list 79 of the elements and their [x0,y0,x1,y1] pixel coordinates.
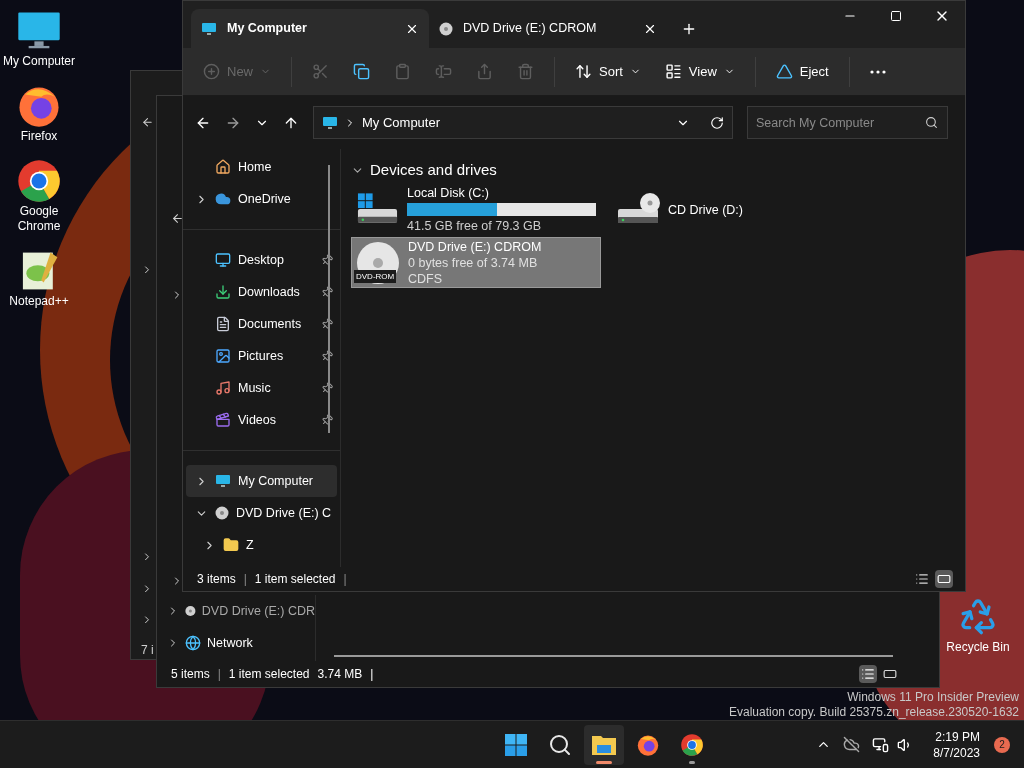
nav-item[interactable]: Z [186,529,337,561]
cloud-off-icon[interactable] [843,736,861,753]
drive-tile[interactable]: Local Disk (C:) 41.5 GB free of 79.3 GB [351,184,601,235]
view-button[interactable]: View [654,54,745,89]
nav-item[interactable]: OneDrive [186,183,337,215]
status-text: 3.74 MB [317,666,363,683]
status-text: | [370,666,374,683]
network-icon [185,635,201,651]
nav-item[interactable]: DVD Drive (E:) CDR [157,595,315,627]
search-icon [548,732,573,757]
start-icon [504,732,529,757]
browser-icon [680,732,705,757]
nav-item[interactable]: Network [157,627,315,659]
picture-icon [215,348,231,364]
monitor-icon [215,473,231,489]
status-text: | [217,666,221,683]
tile-icon [883,667,897,681]
tab[interactable]: My Computer [191,9,429,48]
status-text: 5 items [171,666,210,683]
nav-item[interactable]: Pictures [186,340,337,372]
section-header[interactable]: Devices and drives [351,159,955,181]
nav-item[interactable]: Downloads [186,276,337,308]
list-icon [861,667,875,681]
notification-badge[interactable]: 2 [994,736,1010,753]
network-icon[interactable] [872,736,890,753]
desktop-shortcut[interactable]: Recycle Bin [942,596,1014,655]
eject-button[interactable]: Eject [765,54,839,89]
search-icon [925,116,938,129]
nav-item[interactable]: Documents [186,308,337,340]
browser-icon [16,158,62,204]
tiles-view-button[interactable] [935,570,953,588]
browser-icon [636,732,661,757]
status-text: 7 i [141,642,154,659]
music-icon [215,380,231,396]
tab[interactable]: DVD Drive (E:) CDROM [429,9,667,48]
maximize-icon[interactable] [890,10,902,22]
status-text: 1 item selected [228,666,310,683]
folder-icon [223,537,239,553]
desktop-shortcut[interactable]: Google Chrome [0,158,78,234]
status-text: 1 item selected [254,571,336,588]
monitor-icon [201,20,217,37]
status-text: | [243,571,247,588]
address-bar[interactable]: My Computer [313,106,733,139]
back-arrow-icon[interactable] [141,116,154,129]
disc-icon [215,506,229,520]
nav-item[interactable]: DVD Drive (E:) C [186,497,337,529]
clock[interactable]: 2:19 PM 8/7/2023 [933,728,980,761]
recycle-bin-icon [958,596,998,636]
drive-tile[interactable]: DVD-ROM DVD Drive (E:) CDROM 0 bytes free of 3.74 MB CDFS [351,237,601,288]
disc-icon [185,604,196,618]
download-icon [215,284,231,300]
tile-icon [937,572,951,586]
cloud-icon [215,191,231,207]
desktop-shortcut[interactable]: Notepad++ [0,248,78,309]
desktop-shortcut[interactable]: Firefox [0,83,78,144]
details-view-button[interactable] [859,665,877,683]
video-icon [215,412,231,428]
status-text: 3 items [197,571,236,588]
back-arrow-icon[interactable] [171,212,184,225]
disc-icon [439,21,453,36]
list-icon [915,572,929,586]
nav-item[interactable]: Videos [186,404,337,436]
desktop-icon [215,252,231,268]
home-icon [215,159,231,175]
search-field[interactable]: Search My Computer [747,106,948,139]
nav-item[interactable]: Home [186,151,337,183]
refresh-icon[interactable] [710,115,724,130]
desktop-shortcut[interactable]: My Computer [0,8,78,69]
monitor-icon [322,114,338,131]
scrollbar[interactable] [334,655,893,657]
scrollbar[interactable] [328,165,330,433]
nav-item[interactable]: Desktop [186,244,337,276]
document-icon [215,316,231,332]
nav-item[interactable]: Music [186,372,337,404]
drive-tile[interactable]: CD Drive (D:) [611,184,861,235]
status-text: | [343,571,347,588]
nav-item[interactable]: My Computer [186,465,337,497]
taskbar-app-button[interactable] [584,724,625,765]
sort-button[interactable]: Sort [565,54,651,89]
